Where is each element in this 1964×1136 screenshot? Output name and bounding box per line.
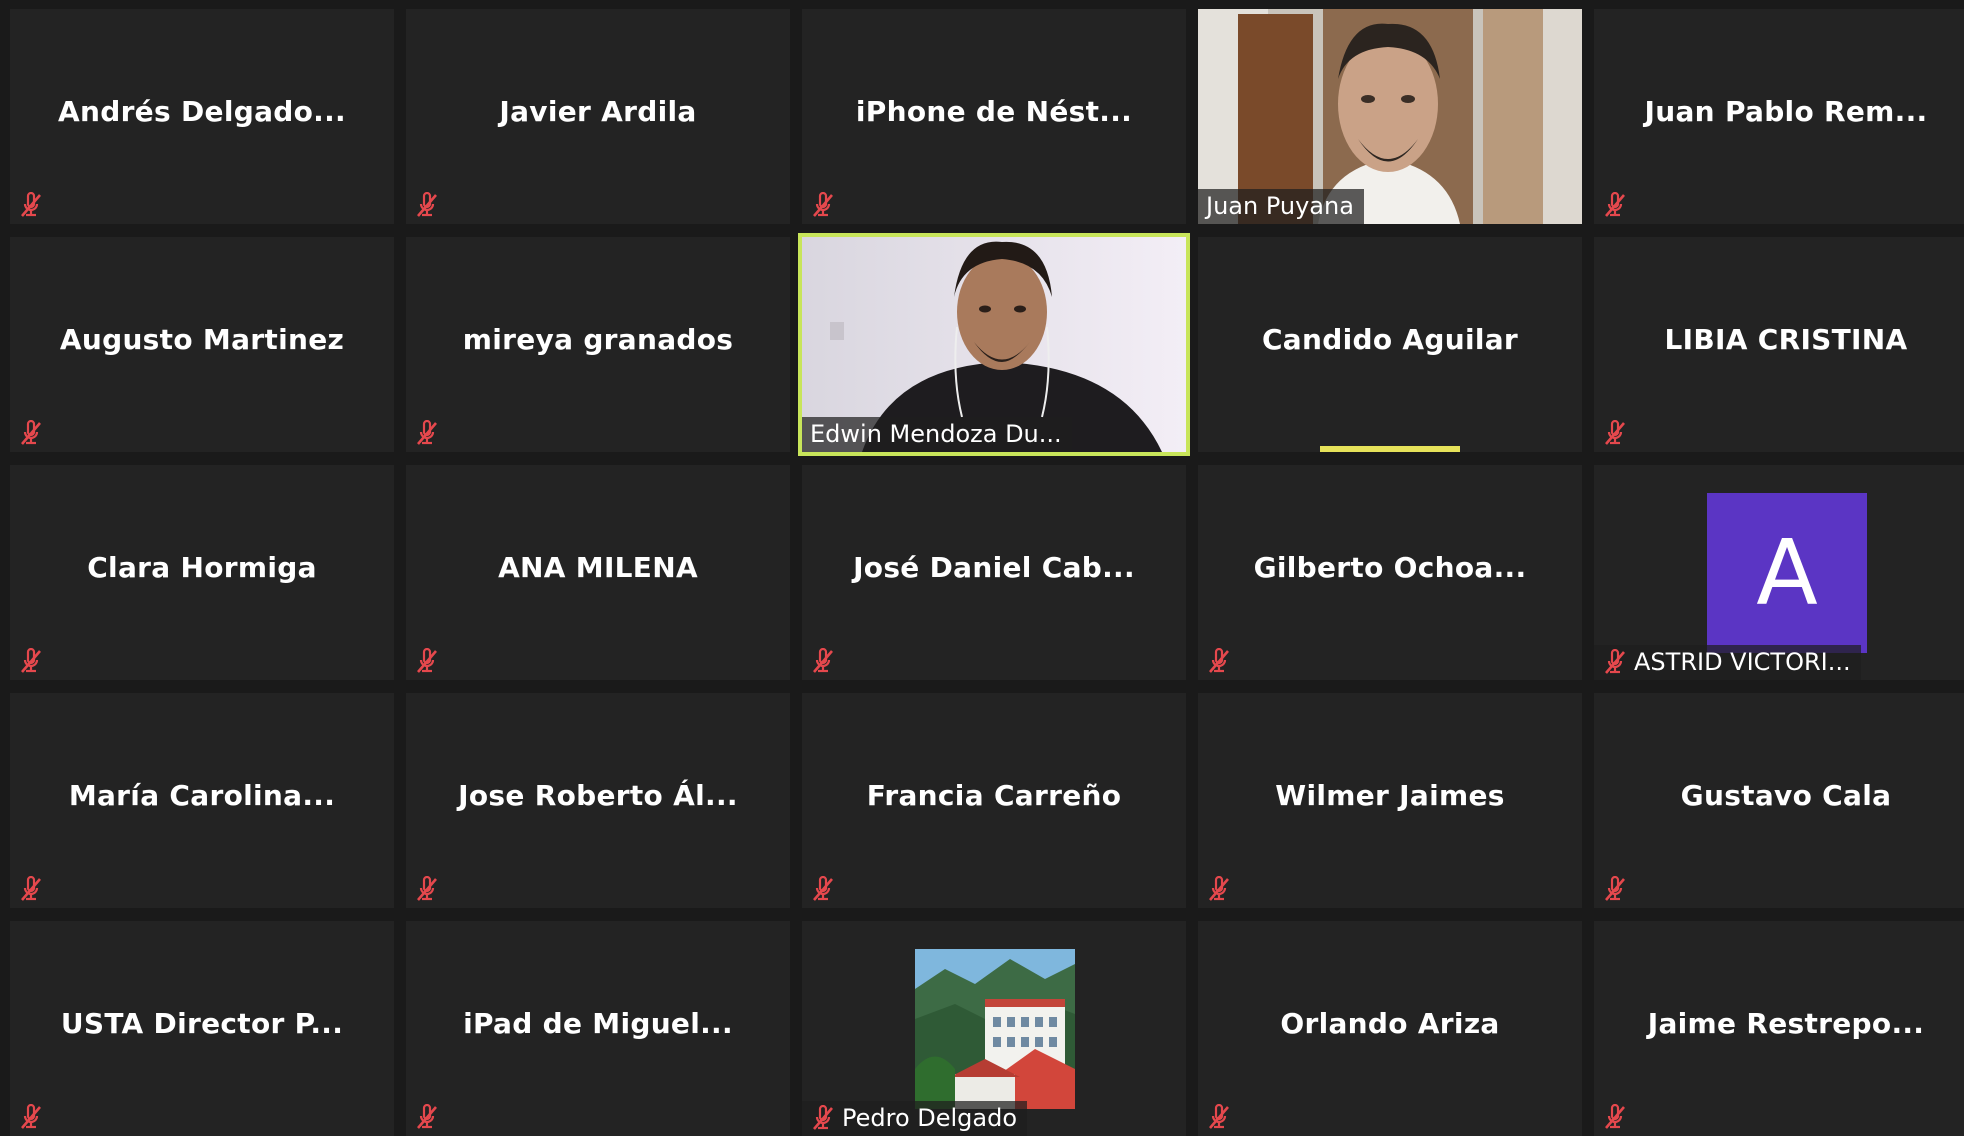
muted-mic-icon <box>808 190 838 220</box>
participant-tile[interactable]: iPad de Miguel... <box>406 921 790 1136</box>
muted-mic-icon <box>1600 190 1630 220</box>
participant-tile[interactable]: Jose Roberto Ál... <box>406 693 790 908</box>
participant-tile[interactable]: Candido Aguilar <box>1198 237 1582 452</box>
muted-mic-icon <box>1600 418 1630 448</box>
participant-name: iPad de Miguel... <box>463 1007 733 1040</box>
muted-mic-icon <box>1602 649 1628 675</box>
muted-mic-icon <box>808 874 838 904</box>
participant-tile[interactable]: USTA Director P... <box>10 921 394 1136</box>
muted-mic-icon <box>810 1105 836 1131</box>
muted-mic-icon <box>16 190 46 220</box>
participant-name: Augusto Martinez <box>59 323 345 356</box>
participant-name: Juan Puyana <box>1206 192 1354 220</box>
participant-tile[interactable]: José Daniel Cab... <box>802 465 1186 680</box>
participant-tile[interactable]: Juan Puyana <box>1198 9 1582 224</box>
participant-name: Candido Aguilar <box>1261 323 1519 356</box>
participant-name: USTA Director P... <box>60 1007 344 1040</box>
participant-tile[interactable]: Javier Ardila <box>406 9 790 224</box>
participant-tile[interactable]: Orlando Ariza <box>1198 921 1582 1136</box>
profile-picture <box>915 949 1075 1109</box>
speaking-indicator <box>1320 446 1460 452</box>
participant-name: José Daniel Cab... <box>853 551 1135 584</box>
participant-name: Javier Ardila <box>499 95 697 128</box>
participant-name: Pedro Delgado <box>842 1104 1018 1132</box>
participant-tile[interactable]: Pedro Delgado <box>802 921 1186 1136</box>
participant-tile[interactable]: Augusto Martinez <box>10 237 394 452</box>
muted-mic-icon <box>16 646 46 676</box>
participant-tile[interactable]: Juan Pablo Rem... <box>1594 9 1964 224</box>
participant-name: Orlando Ariza <box>1280 1007 1500 1040</box>
participant-tile[interactable]: Gilberto Ochoa... <box>1198 465 1582 680</box>
muted-mic-icon <box>412 646 442 676</box>
muted-mic-icon <box>16 874 46 904</box>
participant-name: ANA MILENA <box>498 551 698 584</box>
participant-name: mireya granados <box>462 323 734 356</box>
participant-name: ASTRID VICTORI... <box>1634 648 1851 676</box>
participant-name-tag: Pedro Delgado <box>802 1101 1028 1136</box>
participant-tile[interactable]: Edwin Mendoza Du... <box>798 233 1190 456</box>
muted-mic-icon <box>16 1102 46 1132</box>
muted-mic-icon <box>412 874 442 904</box>
muted-mic-icon <box>1204 874 1234 904</box>
muted-mic-icon <box>1204 646 1234 676</box>
participant-name: Gilberto Ochoa... <box>1253 551 1527 584</box>
participant-tile[interactable]: ANA MILENA <box>406 465 790 680</box>
muted-mic-icon <box>412 190 442 220</box>
muted-mic-icon <box>412 1102 442 1132</box>
participant-name-tag: Edwin Mendoza Du... <box>802 417 1072 452</box>
participant-tile[interactable]: Andrés Delgado... <box>10 9 394 224</box>
participant-tile[interactable]: LIBIA CRISTINA <box>1594 237 1964 452</box>
participant-tile[interactable]: Gustavo Cala <box>1594 693 1964 908</box>
muted-mic-icon <box>1600 1102 1630 1132</box>
participant-name-tag: Juan Puyana <box>1198 189 1364 224</box>
participant-name: María Carolina... <box>68 779 336 812</box>
participant-name: Gustavo Cala <box>1680 779 1892 812</box>
participant-name: LIBIA CRISTINA <box>1664 323 1908 356</box>
participant-name: iPhone de Nést... <box>855 95 1133 128</box>
participant-tile[interactable]: María Carolina... <box>10 693 394 908</box>
participant-tile[interactable]: A ASTRID VICTORI... <box>1594 465 1964 680</box>
muted-mic-icon <box>1204 1102 1234 1132</box>
muted-mic-icon <box>412 418 442 448</box>
participant-tile[interactable]: Francia Carreño <box>802 693 1186 908</box>
participant-name: Francia Carreño <box>866 779 1122 812</box>
participant-name-tag: ASTRID VICTORI... <box>1594 645 1861 680</box>
participant-name: Juan Pablo Rem... <box>1644 95 1928 128</box>
participant-tile[interactable]: Clara Hormiga <box>10 465 394 680</box>
participant-name: Jaime Restrepo... <box>1647 1007 1925 1040</box>
avatar: A <box>1707 493 1867 653</box>
participant-tile[interactable]: Jaime Restrepo... <box>1594 921 1964 1136</box>
participant-tile[interactable]: Wilmer Jaimes <box>1198 693 1582 908</box>
participant-name: Andrés Delgado... <box>58 95 346 128</box>
participant-name: Clara Hormiga <box>87 551 317 584</box>
muted-mic-icon <box>808 646 838 676</box>
participant-tile[interactable]: iPhone de Nést... <box>802 9 1186 224</box>
gallery-grid: Andrés Delgado... Javier Ardila iPhone d… <box>10 9 1964 1136</box>
participant-name: Jose Roberto Ál... <box>458 779 738 812</box>
participant-name: Wilmer Jaimes <box>1275 779 1505 812</box>
muted-mic-icon <box>16 418 46 448</box>
participant-name: Edwin Mendoza Du... <box>810 420 1062 448</box>
muted-mic-icon <box>1600 874 1630 904</box>
participant-tile[interactable]: mireya granados <box>406 237 790 452</box>
